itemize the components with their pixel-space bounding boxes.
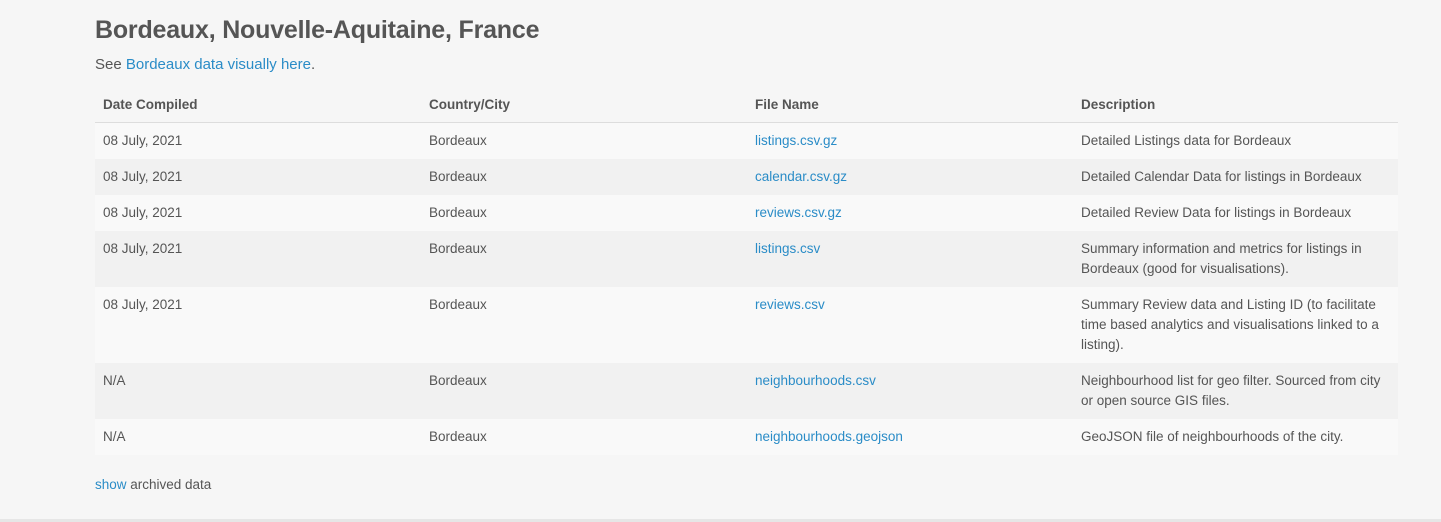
- city-cell: Bordeaux: [429, 297, 487, 312]
- archived-data-line: show archived data: [95, 477, 211, 492]
- see-suffix: .: [310, 56, 316, 73]
- table-row: 08 July, 2021 Bordeaux listings.csv.gz D…: [95, 122, 1398, 160]
- file-cell: reviews.csv.gz: [747, 195, 1073, 231]
- show-archived-link[interactable]: show: [95, 477, 127, 492]
- table-header-row: Date Compiled Country/City File Name Des…: [95, 86, 1398, 123]
- file-cell: neighbourhoods.csv: [747, 363, 1073, 419]
- header-date-compiled: Date Compiled: [95, 86, 421, 123]
- file-cell: listings.csv.gz: [747, 123, 1073, 160]
- visual-data-link[interactable]: Bordeaux data visually here: [126, 56, 311, 73]
- description-cell: Summary Review data and Listing ID (to f…: [1081, 297, 1379, 352]
- page-title: Bordeaux, Nouvelle-Aquitaine, France: [95, 16, 540, 44]
- file-cell: listings.csv: [747, 231, 1073, 287]
- see-prefix: See: [95, 56, 126, 73]
- city-cell: Bordeaux: [429, 373, 487, 388]
- date-cell: 08 July, 2021: [103, 297, 183, 312]
- table-row: N/A Bordeaux neighbourhoods.geojson GeoJ…: [95, 419, 1398, 455]
- description-cell: Neighbourhood list for geo filter. Sourc…: [1081, 373, 1381, 408]
- file-link-neighbourhoods-csv[interactable]: neighbourhoods.csv: [755, 373, 876, 388]
- header-description: Description: [1073, 86, 1398, 123]
- file-link-reviews-csv-gz[interactable]: reviews.csv.gz: [755, 205, 842, 220]
- city-cell: Bordeaux: [429, 429, 487, 444]
- data-files-table: Date Compiled Country/City File Name Des…: [95, 86, 1398, 455]
- archived-text: archived data: [126, 477, 212, 492]
- date-cell: 08 July, 2021: [103, 205, 183, 220]
- file-cell: neighbourhoods.geojson: [747, 419, 1073, 455]
- description-cell: Detailed Listings data for Bordeaux: [1081, 133, 1292, 148]
- date-cell: N/A: [103, 429, 126, 444]
- file-link-listings-csv-gz[interactable]: listings.csv.gz: [755, 133, 837, 148]
- date-cell: 08 July, 2021: [103, 169, 183, 184]
- file-cell: reviews.csv: [747, 287, 1073, 363]
- description-cell: GeoJSON file of neighbourhoods of the ci…: [1081, 429, 1344, 444]
- date-cell: 08 July, 2021: [103, 133, 183, 148]
- file-link-listings-csv[interactable]: listings.csv: [755, 241, 820, 256]
- description-cell: Detailed Calendar Data for listings in B…: [1081, 169, 1362, 184]
- file-link-calendar-csv-gz[interactable]: calendar.csv.gz: [755, 169, 847, 184]
- city-cell: Bordeaux: [429, 169, 487, 184]
- table-row: 08 July, 2021 Bordeaux listings.csv Summ…: [95, 231, 1398, 287]
- file-cell: calendar.csv.gz: [747, 159, 1073, 195]
- see-visual-line: See Bordeaux data visually here.: [95, 56, 315, 73]
- header-country-city: Country/City: [421, 86, 747, 123]
- table-row: 08 July, 2021 Bordeaux reviews.csv.gz De…: [95, 195, 1398, 231]
- city-cell: Bordeaux: [429, 241, 487, 256]
- table-row: 08 July, 2021 Bordeaux reviews.csv Summa…: [95, 287, 1398, 363]
- file-link-neighbourhoods-geojson[interactable]: neighbourhoods.geojson: [755, 429, 903, 444]
- table-row: N/A Bordeaux neighbourhoods.csv Neighbou…: [95, 363, 1398, 419]
- date-cell: N/A: [103, 373, 126, 388]
- date-cell: 08 July, 2021: [103, 241, 183, 256]
- file-link-reviews-csv[interactable]: reviews.csv: [755, 297, 825, 312]
- description-cell: Summary information and metrics for list…: [1081, 241, 1362, 276]
- city-cell: Bordeaux: [429, 205, 487, 220]
- header-file-name: File Name: [747, 86, 1073, 123]
- city-cell: Bordeaux: [429, 133, 487, 148]
- table-row: 08 July, 2021 Bordeaux calendar.csv.gz D…: [95, 159, 1398, 195]
- description-cell: Detailed Review Data for listings in Bor…: [1081, 205, 1352, 220]
